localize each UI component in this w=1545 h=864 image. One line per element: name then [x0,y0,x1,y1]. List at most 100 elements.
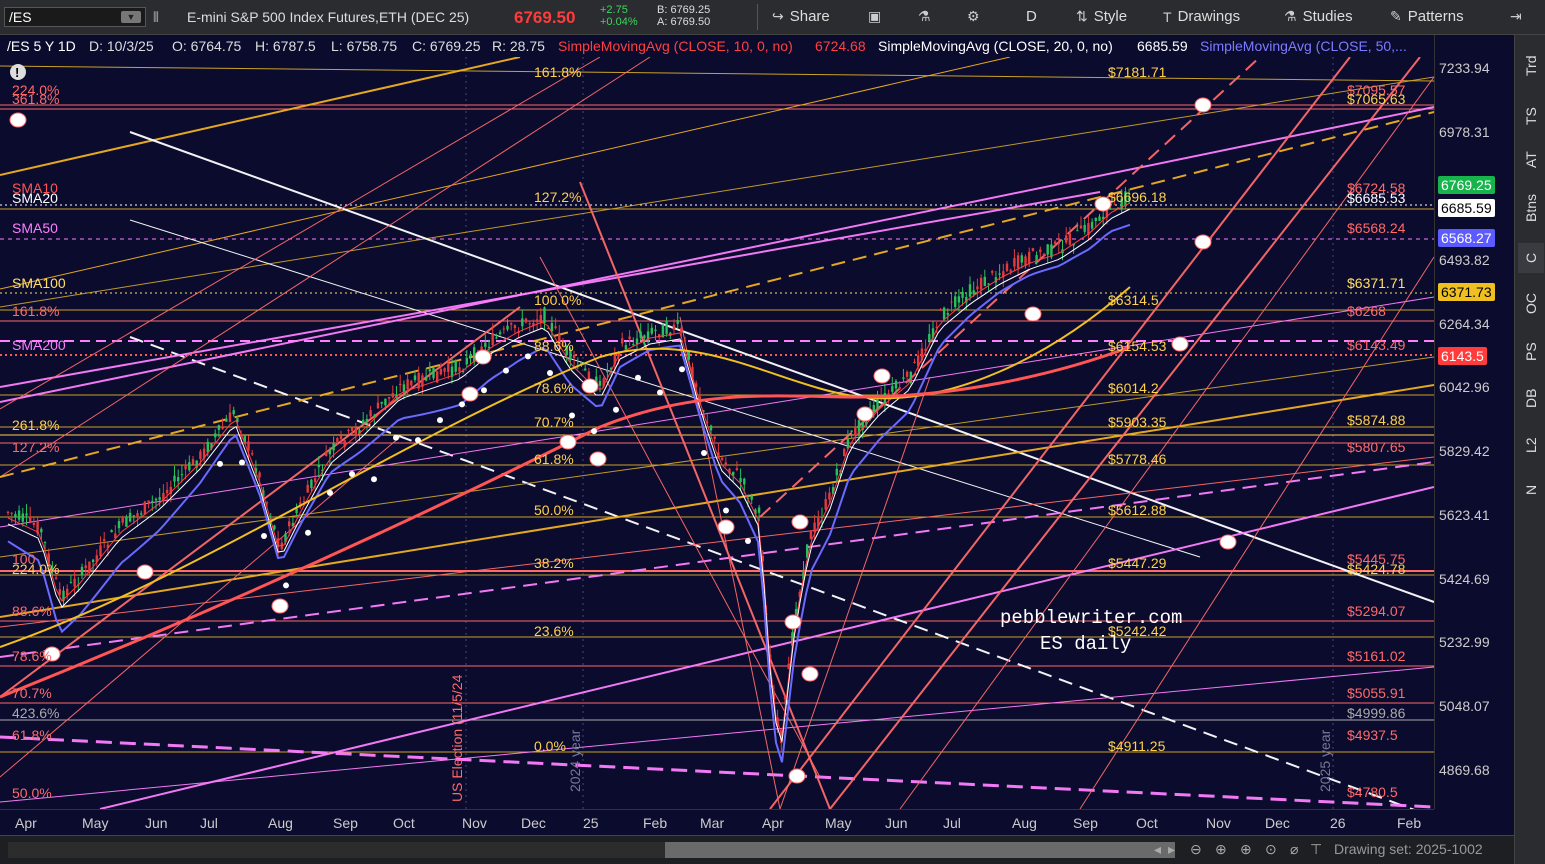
trendline [0,106,1434,403]
alert-icon-glyph: ! [15,65,19,80]
candle-body [132,515,135,517]
trendline [0,57,521,176]
side-tab-trd[interactable]: Trd [1518,51,1544,81]
small-dot [371,476,377,483]
patterns-button[interactable]: ✎ Patterns [1390,8,1464,25]
zoom-in-icon[interactable]: ⊕ [1215,841,1227,858]
scroll-right-icon[interactable]: ▸ [1168,841,1175,858]
style-button[interactable]: ⇅ Style [1076,8,1127,25]
time-tick-label: Jun [145,815,168,831]
settings-button[interactable]: ⚙ [967,8,980,25]
candle-body [850,430,853,432]
time-axis[interactable]: Apr May Jun Jul Aug Sep Oct Nov Dec 25 Feb Mar Apr Ma… [0,809,1434,835]
time-tick-label: Feb [1397,815,1422,831]
zoom-icon[interactable]: ⊕ [1240,841,1252,858]
zoom-fit-icon[interactable]: ⊙ [1265,841,1277,858]
fib-percent-label: 23.6% [534,623,574,639]
price-chart[interactable]: 224.0% 361.8% SMA10 SMA20 SMA50 SMA100 161.8% S… [0,57,1434,809]
share-button[interactable]: ↪ Share [772,8,830,25]
candle-body [73,578,76,587]
fib-percent-label: 61.8% [534,451,574,467]
collapse-button[interactable]: ⇥ [1510,8,1522,25]
side-tab-db[interactable]: DB [1518,383,1544,413]
time-tick-label: Apr [762,815,784,831]
candle-body [1042,254,1046,256]
candle-body [606,370,609,373]
bar-range: R: 28.75 [492,38,545,54]
time-tick-label: May [82,815,109,831]
candle-body [913,361,916,364]
candle-body [665,321,668,334]
right-level-label: $5807.65 [1347,439,1406,455]
candle-body [84,565,87,569]
candle-body [332,443,335,451]
side-tab-btns[interactable]: Btns [1518,193,1544,223]
candle-body [458,367,461,372]
right-level-label: $4780.5 [1347,784,1398,800]
candle-body [972,290,975,295]
sma50-study[interactable]: SimpleMovingAvg (CLOSE, 50,... [1200,38,1407,54]
sma20-line [7,208,1131,742]
candle-body [1031,248,1035,252]
drawings-button[interactable]: T Drawings [1163,8,1240,25]
sma10-study[interactable]: SimpleMovingAvg (CLOSE, 10, 0, no) [558,38,793,54]
candle-body [894,380,898,389]
chart-description[interactable]: /ES 5 Y 1D [7,38,76,54]
candle-body [902,377,905,379]
candle-body [247,441,250,451]
price-tick-label: 4869.68 [1439,762,1490,778]
sma20-study[interactable]: SimpleMovingAvg (CLOSE, 20, 0, no) [878,38,1113,54]
period-button[interactable]: D [1026,8,1037,25]
side-tab-oc[interactable]: OC [1518,289,1544,319]
side-tab-l2[interactable]: L2 [1518,430,1544,460]
studies-button[interactable]: ⚗ Studies [1284,8,1353,25]
flask-icon: ⚗ [1284,8,1297,24]
candle-body [513,325,517,329]
scroll-left-icon[interactable]: ◂ [1154,841,1161,858]
link-icon[interactable]: ⫴ [153,9,159,26]
side-tab-ps[interactable]: PS [1518,337,1544,367]
candle-body [1005,263,1009,271]
candle-body [17,510,21,520]
zoom-out-icon[interactable]: ⊖ [1190,841,1202,858]
watermark-site: pebblewriter.com [1000,607,1182,629]
small-dot [657,389,663,396]
side-tab-n[interactable]: N [1518,475,1544,505]
side-tab-c[interactable]: C [1518,243,1544,273]
time-tick-label: Dec [1265,815,1290,831]
small-dot [261,532,267,539]
candle-body [29,516,32,522]
side-tab-ts[interactable]: TS [1518,101,1544,131]
candle-body [739,478,742,482]
drawing-set-label[interactable]: Drawing set: 2025-1002 [1334,841,1483,857]
candle-body [498,332,502,335]
price-tick-label: 6493.82 [1439,252,1490,268]
candle-body [206,441,209,453]
price-axis[interactable]: 7233.94 6978.31 6493.82 6264.34 6042.96 5829.… [1434,35,1514,809]
flask-button[interactable]: ⚗ [918,8,931,25]
candle-body [10,512,13,514]
symbol-input[interactable]: /ES ▼ [4,7,146,27]
marker-dot [581,378,599,394]
scroll-thumb[interactable] [665,842,1175,858]
candle-body [443,368,446,372]
grid-button[interactable]: ▣ [868,8,881,25]
crosshair-icon[interactable]: ⌀ [1290,841,1298,858]
small-dot [745,537,751,544]
candle-body [391,393,394,398]
trendline [0,111,1434,478]
candle-body [521,318,524,327]
small-dot [723,507,729,514]
side-tab-at[interactable]: AT [1518,145,1544,175]
candle-body [621,338,624,344]
pin-icon[interactable]: ⊤ [1310,841,1322,858]
horizontal-levels [0,65,1434,753]
fib-percent-label: 38.2% [534,555,574,571]
symbol-dropdown-icon[interactable]: ▼ [121,11,141,23]
candle-body [369,410,372,417]
candle-body [40,528,43,533]
marker-dot [1194,234,1212,250]
candle-body [643,335,646,339]
small-dot [701,450,707,457]
fib-percent-label: 50.0% [534,502,574,518]
